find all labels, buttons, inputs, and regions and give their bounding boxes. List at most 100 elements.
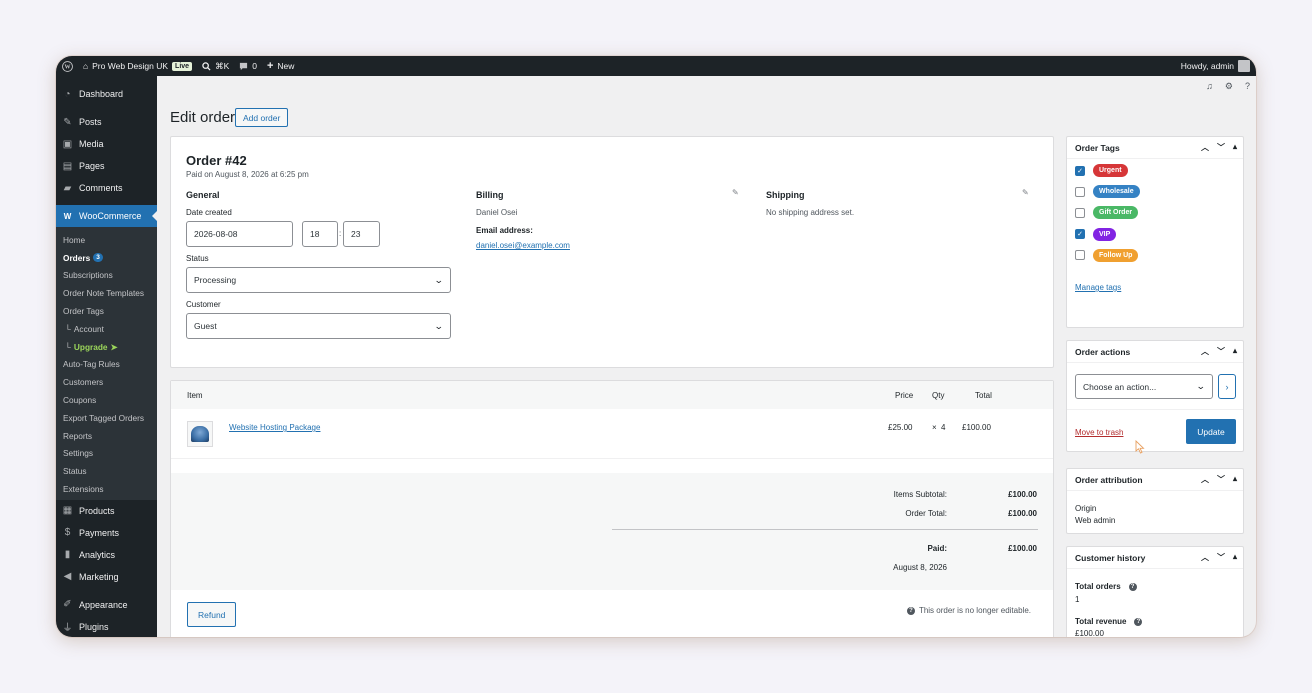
apply-action-button[interactable]: ›: [1218, 374, 1236, 399]
box-header: Order attribution ︿ ﹀ ▴: [1067, 469, 1243, 491]
menu-posts[interactable]: ✎ Posts: [56, 111, 157, 133]
new-content-link[interactable]: + New: [262, 56, 299, 76]
tag-row[interactable]: ✓ Urgent: [1067, 160, 1243, 181]
new-label: New: [277, 61, 295, 71]
order-action-select[interactable]: Choose an action... ⌄: [1075, 374, 1213, 399]
chevron-up-icon[interactable]: ︿: [1201, 474, 1209, 485]
bar-chart-icon: ▮: [64, 549, 71, 561]
edit-shipping-pencil-icon[interactable]: ✎: [1022, 188, 1029, 197]
help-icon[interactable]: ?: [1245, 81, 1250, 92]
wordpress-logo-icon[interactable]: W: [56, 56, 78, 76]
site-name-link[interactable]: ⌂ Pro Web Design UK Live: [78, 56, 197, 76]
tag-row[interactable]: Wholesale: [1067, 181, 1243, 202]
move-to-trash-link[interactable]: Move to trash: [1075, 428, 1123, 437]
total-revenue-label: Total revenue: [1075, 617, 1127, 626]
comment-icon: [240, 62, 248, 70]
help-icon[interactable]: ?: [1128, 582, 1137, 591]
submenu-auto-tag-rules[interactable]: Auto-Tag Rules: [56, 356, 157, 374]
update-button[interactable]: Update: [1186, 419, 1236, 444]
menu-woocommerce[interactable]: W WooCommerce: [56, 205, 157, 227]
menu-dashboard[interactable]: ◔ Dashboard: [56, 83, 157, 105]
item-qty: 4: [941, 423, 946, 432]
command-palette-button[interactable]: ⌘K: [197, 56, 234, 76]
tag-checkbox[interactable]: [1075, 207, 1085, 218]
tag-checkbox[interactable]: ✓: [1075, 165, 1085, 176]
submenu-settings[interactable]: Settings: [56, 445, 157, 463]
product-link[interactable]: Website Hosting Package: [229, 423, 320, 432]
submenu-reports[interactable]: Reports: [56, 427, 157, 445]
submenu-upgrade[interactable]: └ Upgrade ➤: [56, 338, 157, 356]
order-total-label: Order Total:: [905, 509, 947, 518]
refund-button[interactable]: Refund: [187, 602, 237, 627]
chevron-up-icon[interactable]: ︿: [1201, 552, 1209, 563]
tag-checkbox[interactable]: ✓: [1075, 229, 1085, 240]
submenu-account[interactable]: └ Account: [56, 320, 157, 338]
chevron-down-icon[interactable]: ﹀: [1217, 346, 1225, 357]
pushpin-icon: ✎: [63, 116, 72, 128]
items-header: Item Price Qty Total: [171, 381, 1053, 409]
tag-row[interactable]: Gift Order: [1067, 202, 1243, 223]
chevron-down-icon[interactable]: ﹀: [1217, 552, 1225, 563]
submenu-order-tags[interactable]: Order Tags: [56, 302, 157, 320]
chevron-up-icon[interactable]: ︿: [1201, 142, 1209, 153]
add-order-button[interactable]: Add order: [235, 108, 289, 127]
menu-comments[interactable]: ▰ Comments: [56, 177, 157, 199]
collapse-icon[interactable]: ▴: [1233, 346, 1237, 357]
item-qty-symbol: ×: [932, 423, 937, 432]
chevron-down-icon[interactable]: ﹀: [1217, 474, 1225, 485]
woo-icon: W: [63, 211, 72, 221]
comments-link[interactable]: 0: [234, 56, 262, 76]
gear-icon[interactable]: ⚙: [1225, 81, 1233, 92]
admin-sidebar: ◔ Dashboard ✎ Posts ▣ Media ▤ Pages ▰ Comment…: [56, 76, 157, 637]
edit-billing-pencil-icon[interactable]: ✎: [732, 188, 739, 197]
submenu-subscriptions[interactable]: Subscriptions: [56, 267, 157, 285]
submenu-customers[interactable]: Customers: [56, 373, 157, 391]
status-select[interactable]: Processing ⌄: [186, 267, 451, 293]
submenu-label: Upgrade: [73, 341, 108, 352]
help-icon[interactable]: ?: [1134, 617, 1143, 626]
price-column-header: Price: [895, 391, 914, 400]
submenu-coupons[interactable]: Coupons: [56, 391, 157, 409]
chevron-down-icon: ⌄: [434, 274, 445, 285]
customer-select[interactable]: Guest ⌄: [186, 313, 451, 339]
box-header: Order Tags ︿ ﹀ ▴: [1067, 137, 1243, 159]
mouse-pointer-icon: [1135, 440, 1145, 454]
menu-payments[interactable]: $ Payments: [56, 522, 157, 544]
submenu-status[interactable]: Status: [56, 462, 157, 480]
hour-input[interactable]: 18: [302, 221, 338, 247]
tag-row[interactable]: Follow Up: [1067, 245, 1243, 266]
submenu-export-tagged-orders[interactable]: Export Tagged Orders: [56, 409, 157, 427]
submenu-order-note-templates[interactable]: Order Note Templates: [56, 284, 157, 302]
billing-email-link[interactable]: daniel.osei@example.com: [476, 241, 570, 250]
bell-icon[interactable]: ♫: [1206, 81, 1213, 92]
submenu-home[interactable]: Home: [56, 231, 157, 249]
manage-tags-link[interactable]: Manage tags: [1075, 283, 1121, 292]
my-account[interactable]: Howdy, admin: [1181, 60, 1256, 72]
collapse-icon[interactable]: ▴: [1233, 474, 1237, 485]
tag-checkbox[interactable]: [1075, 186, 1085, 197]
menu-marketing[interactable]: ◀ Marketing: [56, 566, 157, 588]
home-icon: ⌂: [83, 61, 89, 71]
chevron-down-icon[interactable]: ﹀: [1217, 142, 1225, 153]
subtotal-label: Items Subtotal:: [893, 490, 947, 499]
arrow-right-icon: ➤: [110, 341, 118, 352]
archive-icon: ▦: [62, 505, 73, 517]
menu-pages[interactable]: ▤ Pages: [56, 155, 157, 177]
minute-input[interactable]: 23: [343, 221, 380, 247]
tag-row[interactable]: ✓ VIP: [1067, 224, 1243, 245]
date-input[interactable]: 2026-08-08: [186, 221, 293, 247]
collapse-icon[interactable]: ▴: [1233, 552, 1237, 563]
submenu-orders[interactable]: Orders 3: [56, 249, 157, 267]
comment-icon: ▰: [63, 182, 72, 194]
menu-analytics[interactable]: ▮ Analytics: [56, 544, 157, 566]
submenu-extensions[interactable]: Extensions: [56, 480, 157, 498]
collapse-icon[interactable]: ▴: [1233, 142, 1237, 153]
tag-checkbox[interactable]: [1075, 250, 1085, 261]
chevron-up-icon[interactable]: ︿: [1201, 346, 1209, 357]
menu-appearance[interactable]: ✐ Appearance: [56, 594, 157, 616]
paid-label: Paid:: [927, 544, 947, 553]
menu-media[interactable]: ▣ Media: [56, 133, 157, 155]
menu-products[interactable]: ▦ Products: [56, 500, 157, 522]
order-paid-on: Paid on August 8, 2026 at 6:25 pm: [186, 170, 309, 179]
menu-plugins[interactable]: ⏚ Plugins: [56, 616, 157, 637]
